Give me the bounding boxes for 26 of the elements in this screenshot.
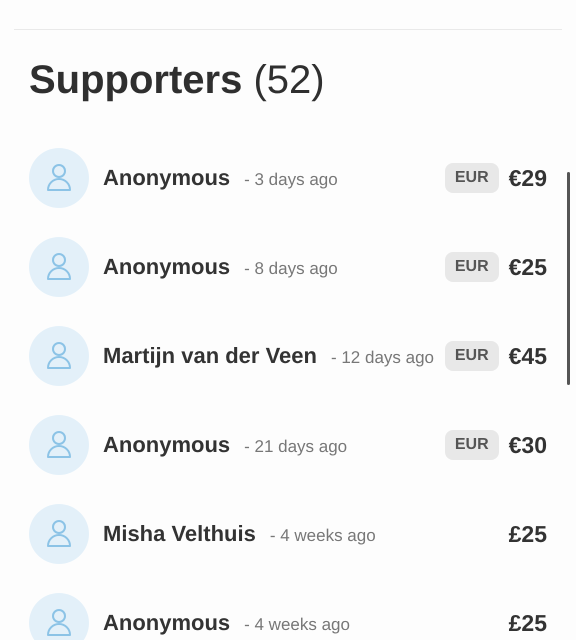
amount: €45	[508, 342, 547, 370]
amount: £25	[508, 610, 547, 636]
time-ago: - 12 days ago	[330, 348, 434, 368]
currency-badge: EUR	[444, 341, 499, 371]
supporter-name: Anonymous	[103, 432, 230, 458]
time-ago: - 4 weeks ago	[244, 615, 350, 635]
supporter-name: Anonymous	[103, 610, 230, 636]
avatar-icon	[29, 593, 89, 640]
time-ago: - 8 days ago	[244, 259, 338, 279]
section-title: Supporters	[29, 58, 242, 102]
supporter-name: Misha Velthuis	[103, 521, 256, 547]
amount: £25	[508, 520, 547, 548]
supporter-name: Anonymous	[103, 254, 230, 280]
supporter-name: Martijn van der Veen	[103, 343, 317, 369]
time-ago: - 21 days ago	[244, 437, 348, 457]
currency-badge: EUR	[444, 252, 499, 282]
amount: €30	[508, 432, 547, 458]
supporter-count: (52)	[253, 58, 325, 102]
supporter-name: Anonymous	[103, 165, 230, 191]
time-ago: - 4 weeks ago	[270, 526, 376, 546]
scrollbar[interactable]	[567, 172, 570, 385]
time-ago: - 3 days ago	[244, 170, 338, 190]
currency-badge: EUR	[444, 163, 499, 193]
currency-badge: EUR	[444, 430, 499, 460]
amount: €25	[508, 254, 547, 280]
amount: €29	[508, 164, 547, 192]
